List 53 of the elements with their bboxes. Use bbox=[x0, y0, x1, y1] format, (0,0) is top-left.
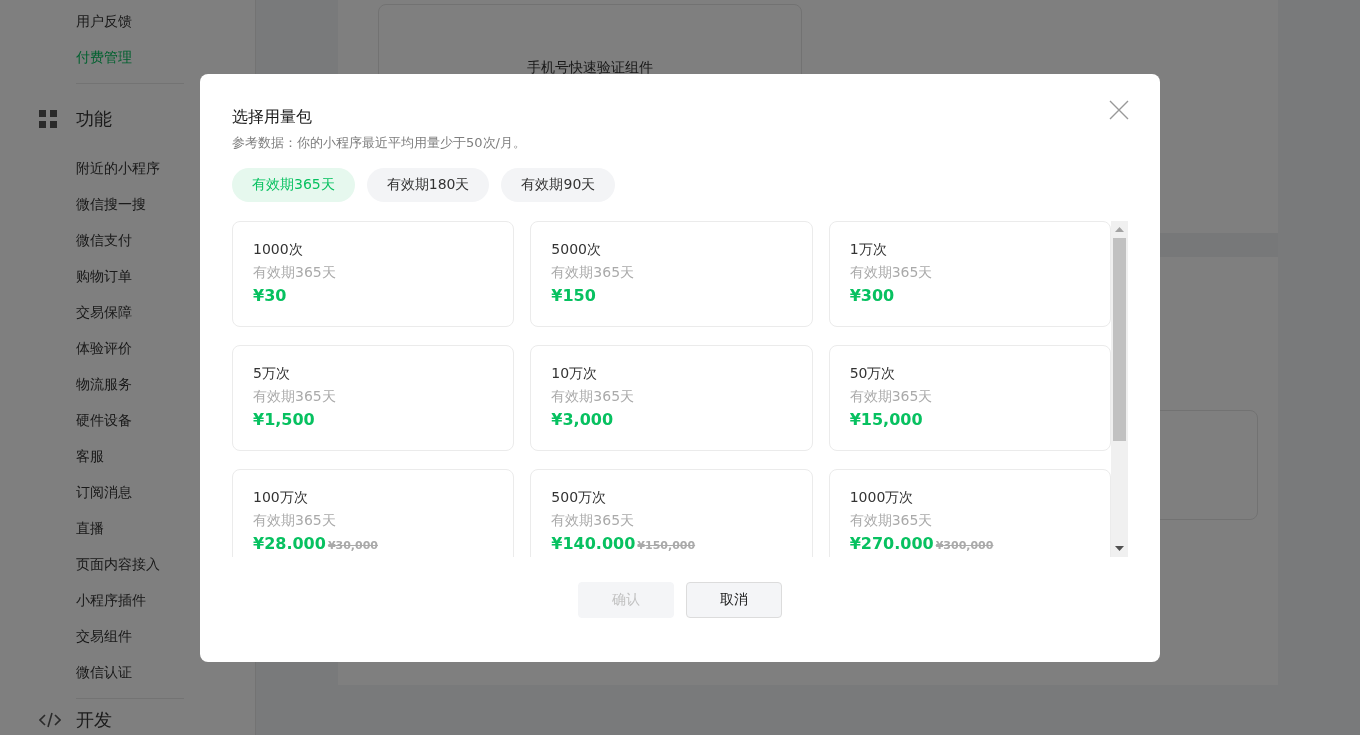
package-price: ¥150 bbox=[551, 285, 596, 307]
dialog-subtitle: 参考数据：你的小程序最近平均用量少于50次/月。 bbox=[232, 134, 527, 152]
scroll-down-icon[interactable] bbox=[1115, 546, 1124, 551]
grid-icon bbox=[39, 110, 57, 128]
package-price: ¥15,000 bbox=[849, 409, 923, 431]
package-price: ¥300 bbox=[849, 285, 895, 307]
original-price: ¥300,000 bbox=[935, 539, 994, 552]
package-name: 1000万次 bbox=[849, 488, 915, 507]
original-price: ¥30,000 bbox=[327, 539, 378, 552]
package-card[interactable]: 1000次 有效期365天 ¥30 bbox=[232, 221, 515, 327]
package-name: 100万次 bbox=[253, 488, 309, 507]
package-price: ¥28.000 bbox=[253, 533, 326, 555]
package-card[interactable]: 5000次 有效期365天 ¥150 bbox=[530, 221, 813, 327]
package-price: ¥30 bbox=[253, 285, 287, 307]
code-icon bbox=[39, 711, 61, 729]
duration-tab[interactable]: 有效期180天 bbox=[366, 168, 490, 202]
package-name: 1000次 bbox=[253, 240, 304, 259]
scroll-thumb[interactable] bbox=[1113, 238, 1126, 441]
package-validity: 有效期365天 bbox=[253, 263, 337, 282]
package-name: 5000次 bbox=[551, 240, 602, 259]
scrollbar[interactable] bbox=[1111, 221, 1128, 557]
package-validity: 有效期365天 bbox=[253, 387, 337, 406]
package-price: ¥1,500 bbox=[253, 409, 315, 431]
package-name: 5万次 bbox=[253, 364, 291, 383]
group-heading[interactable]: 功能 bbox=[76, 107, 112, 131]
package-validity: 有效期365天 bbox=[551, 511, 636, 530]
duration-tab[interactable]: 有效期90天 bbox=[501, 168, 616, 202]
dialog-title: 选择用量包 bbox=[232, 106, 312, 128]
group-heading[interactable]: 开发 bbox=[76, 708, 112, 732]
package-price: ¥270.000 bbox=[849, 533, 934, 555]
package-validity: 有效期365天 bbox=[849, 387, 934, 406]
package-name: 10万次 bbox=[551, 364, 599, 383]
package-validity: 有效期365天 bbox=[253, 511, 337, 530]
package-card[interactable]: 10万次 有效期365天 ¥3,000 bbox=[530, 345, 813, 451]
package-card[interactable]: 100万次 有效期365天 ¥28.000¥30,000 bbox=[232, 469, 515, 557]
package-card[interactable]: 500万次 有效期365天 ¥140.000¥150,000 bbox=[530, 469, 813, 557]
package-card[interactable]: 50万次 有效期365天 ¥15,000 bbox=[828, 345, 1111, 451]
close-icon[interactable] bbox=[1109, 100, 1129, 120]
dialog-button[interactable]: 取消 bbox=[686, 582, 782, 618]
package-validity: 有效期365天 bbox=[849, 263, 934, 282]
package-validity: 有效期365天 bbox=[551, 263, 636, 282]
package-validity: 有效期365天 bbox=[551, 387, 636, 406]
package-name: 1万次 bbox=[849, 240, 888, 259]
package-price: ¥140.000 bbox=[551, 533, 636, 555]
package-card[interactable]: 5万次 有效期365天 ¥1,500 bbox=[232, 345, 515, 451]
sidebar-item[interactable]: 用户反馈 bbox=[0, 3, 255, 39]
package-card[interactable]: 1万次 有效期365天 ¥300 bbox=[828, 221, 1111, 327]
package-name: 500万次 bbox=[551, 488, 608, 507]
package-price: ¥3,000 bbox=[551, 409, 614, 431]
original-price: ¥150,000 bbox=[637, 539, 696, 552]
card-title: 手机号快速验证组件 bbox=[527, 59, 653, 77]
package-validity: 有效期365天 bbox=[849, 511, 934, 530]
package-name: 50万次 bbox=[849, 364, 897, 383]
